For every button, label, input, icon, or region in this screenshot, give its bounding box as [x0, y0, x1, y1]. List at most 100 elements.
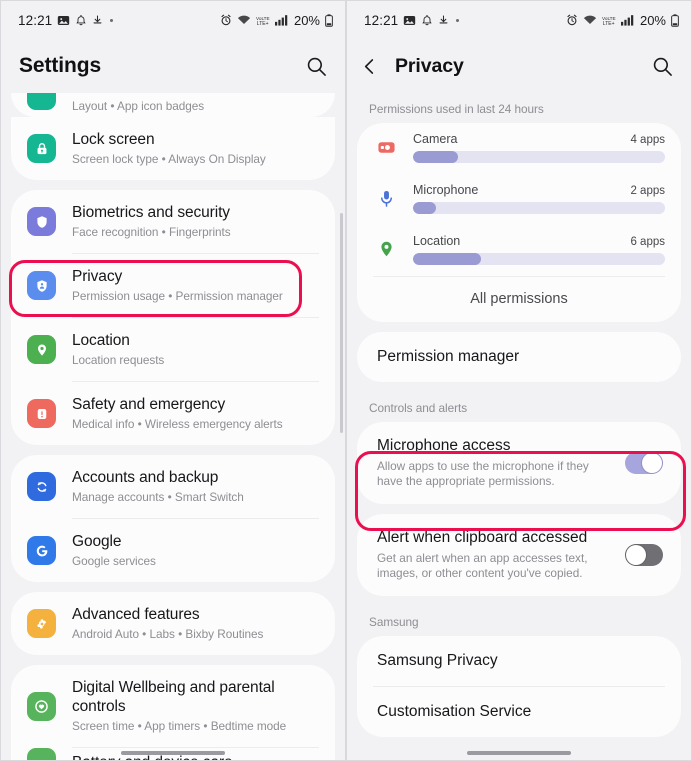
sidebar-item-advanced-features[interactable]: Advanced features Android Auto • Labs • …	[11, 592, 335, 655]
item-title: Biometrics and security	[72, 204, 230, 221]
status-bar-right: 12:21 VoLTE LTE+ 20%	[347, 1, 691, 39]
item-subtitle: Android Auto • Labs • Bixby Routines	[72, 627, 264, 641]
svg-text:VoLTE: VoLTE	[256, 16, 270, 21]
control-subtitle: Get an alert when an app accesses text, …	[377, 551, 588, 580]
item-title: Safety and emergency	[72, 396, 226, 413]
svg-text:VoLTE: VoLTE	[602, 16, 616, 21]
page-title: Privacy	[395, 54, 464, 77]
sidebar-item-accounts-and-backup[interactable]: Accounts and backup Manage accounts • Sm…	[11, 455, 335, 518]
microphone-access-row[interactable]: Microphone access Allow apps to use the …	[357, 422, 681, 504]
settings-group-advanced: Advanced features Android Auto • Labs • …	[11, 592, 335, 655]
sidebar-item-safety-and-emergency[interactable]: Safety and emergency Medical info • Wire…	[11, 382, 335, 445]
item-title: Accounts and backup	[72, 469, 219, 486]
clipboard-alert-toggle[interactable]	[625, 543, 663, 566]
permission-row-camera[interactable]: Camera 4 apps	[357, 123, 681, 174]
status-bar-clock: 12:21	[18, 12, 53, 28]
sidebar-item-digital-wellbeing[interactable]: Digital Wellbeing and parental controls …	[11, 665, 335, 747]
alert-icon	[27, 399, 56, 428]
svg-text:LTE+: LTE+	[603, 21, 615, 27]
battery-care-icon	[27, 748, 56, 760]
permission-row-microphone[interactable]: Microphone 2 apps	[357, 174, 681, 225]
item-subtitle: Medical info • Wireless emergency alerts	[72, 417, 283, 431]
battery-icon	[671, 13, 679, 27]
display-icon	[27, 93, 56, 110]
right-phone-screen: 12:21 VoLTE LTE+ 20% Privacy Permissions…	[346, 0, 692, 761]
battery-icon	[325, 13, 333, 27]
all-permissions-button[interactable]: All permissions	[357, 277, 681, 322]
control-subtitle: Allow apps to use the microphone if they…	[377, 459, 589, 488]
nav-gesture-handle[interactable]	[121, 751, 225, 755]
privacy-person-shield-icon	[27, 271, 56, 300]
permission-progress-track	[413, 253, 665, 265]
item-subtitle: Screen lock type • Always On Display	[72, 152, 266, 166]
permission-manager-card: Permission manager	[357, 332, 681, 382]
svg-text:LTE+: LTE+	[257, 21, 269, 27]
dual-screenshot-container: 12:21 VoLTE LTE+ 20% Settings Layout • A…	[0, 0, 692, 761]
status-bar-clock: 12:21	[364, 12, 399, 28]
item-title: Google	[72, 533, 122, 550]
clipboard-alert-card: Alert when clipboard accessed Get an ale…	[357, 514, 681, 596]
toggle-knob	[626, 544, 646, 565]
clipboard-alert-row[interactable]: Alert when clipboard accessed Get an ale…	[357, 514, 681, 596]
samsung-privacy-row[interactable]: Samsung Privacy	[357, 636, 681, 686]
lte-plus-icon: VoLTE LTE+	[256, 14, 270, 27]
permission-count: 4 apps	[630, 134, 665, 146]
permission-count: 2 apps	[630, 185, 665, 197]
location-pin-icon	[27, 335, 56, 364]
item-subtitle: Face recognition • Fingerprints	[72, 225, 231, 239]
signal-icon	[274, 14, 288, 26]
control-title: Alert when clipboard accessed	[377, 529, 588, 546]
item-title: Digital Wellbeing and parental controls	[72, 679, 275, 715]
battery-percent-label: 20%	[639, 12, 666, 28]
status-bar-left-group: 12:21	[18, 12, 114, 28]
bell-icon	[421, 14, 433, 27]
privacy-scroll-body[interactable]: Permissions used in last 24 hours Camera…	[347, 93, 691, 760]
sidebar-item-biometrics-and-security[interactable]: Biometrics and security Face recognition…	[11, 190, 335, 253]
microphone-access-toggle[interactable]	[625, 451, 663, 474]
settings-group-lock: Lock screen Screen lock type • Always On…	[11, 117, 335, 180]
samsung-section-label: Samsung	[369, 615, 419, 629]
privacy-header: Privacy	[347, 39, 691, 93]
item-title: Privacy	[72, 268, 123, 285]
alarm-icon	[566, 14, 578, 26]
dot-icon	[110, 18, 114, 22]
control-title: Microphone access	[377, 437, 511, 454]
status-bar-left: 12:21 VoLTE LTE+ 20%	[1, 1, 345, 39]
permissions-section-label: Permissions used in last 24 hours	[369, 102, 544, 116]
back-button[interactable]	[361, 51, 387, 81]
nav-gesture-handle[interactable]	[467, 751, 571, 755]
download-icon	[438, 14, 449, 27]
permission-progress-track	[413, 151, 665, 163]
controls-section-label: Controls and alerts	[369, 401, 468, 415]
customisation-service-row[interactable]: Customisation Service	[357, 687, 681, 737]
permission-row-location[interactable]: Location 6 apps	[357, 225, 681, 276]
page-title: Settings	[19, 54, 102, 77]
location-pin-icon	[373, 240, 399, 259]
search-button[interactable]	[647, 51, 677, 81]
google-g-icon	[27, 536, 56, 565]
settings-header: Settings	[1, 39, 345, 93]
item-subtitle: Manage accounts • Smart Switch	[72, 490, 244, 504]
permission-name: Camera	[413, 132, 458, 146]
settings-scroll-body[interactable]: Layout • App icon badges Lock screen Scr…	[1, 93, 345, 760]
sidebar-item-privacy[interactable]: Privacy Permission usage • Permission ma…	[11, 254, 335, 317]
item-title: Location	[72, 332, 130, 349]
permission-name: Microphone	[413, 183, 479, 197]
permission-progress-fill	[413, 253, 482, 265]
permission-manager-row[interactable]: Permission manager	[357, 332, 681, 382]
sidebar-item-google[interactable]: Google Google services	[11, 519, 335, 582]
partial-display-row[interactable]: Layout • App icon badges	[11, 93, 335, 117]
permission-progress-fill	[413, 151, 459, 163]
toggle-knob	[642, 452, 662, 473]
item-subtitle: Location requests	[72, 353, 165, 367]
sidebar-item-lock-screen[interactable]: Lock screen Screen lock type • Always On…	[11, 117, 335, 180]
permission-count: 6 apps	[630, 236, 665, 248]
permission-name: Location	[413, 234, 461, 248]
search-button[interactable]	[301, 51, 331, 81]
scrollbar-left[interactable]	[340, 213, 343, 433]
status-bar-right-group: VoLTE LTE+ 20%	[220, 13, 333, 28]
wifi-icon	[237, 14, 251, 26]
item-title: Advanced features	[72, 606, 200, 623]
bell-icon	[75, 14, 87, 27]
sidebar-item-location[interactable]: Location Location requests	[11, 318, 335, 381]
